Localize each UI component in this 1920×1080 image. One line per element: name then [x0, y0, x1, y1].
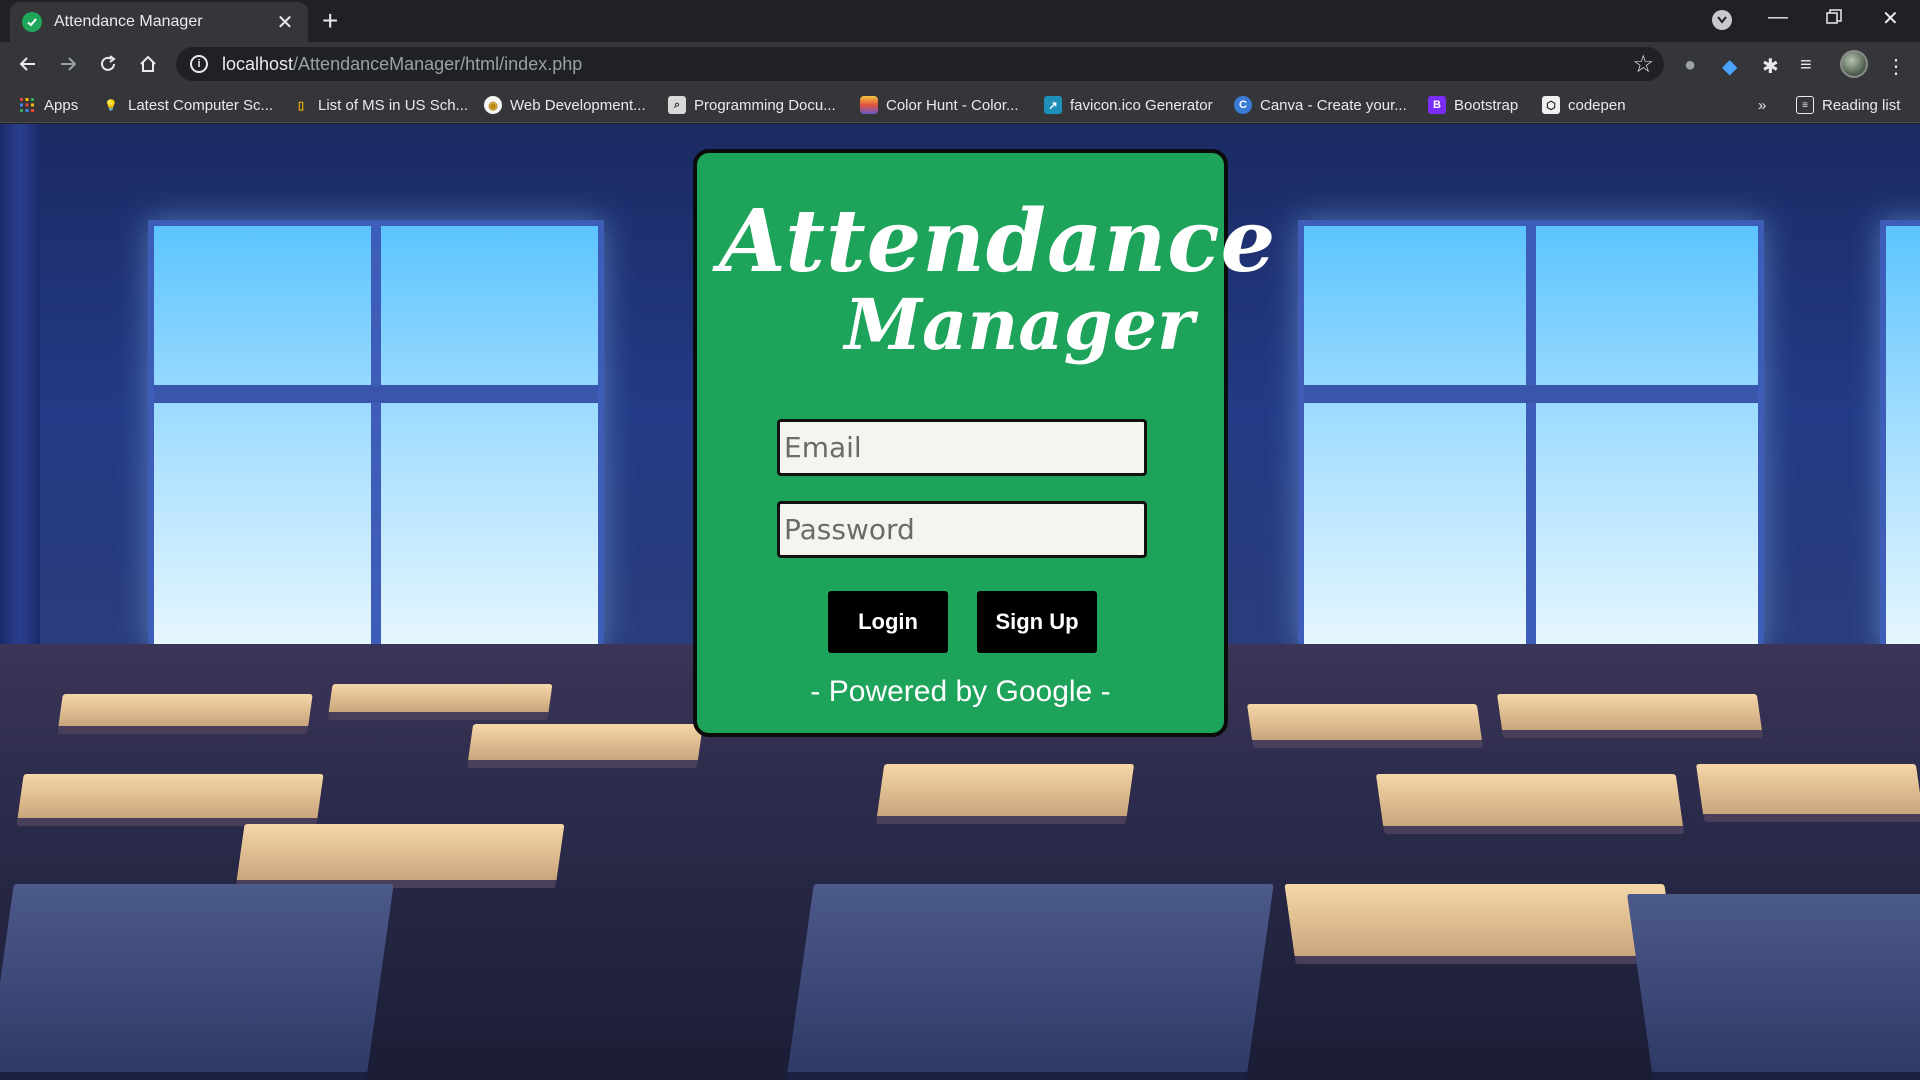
- forward-arrow-icon[interactable]: [54, 50, 82, 78]
- desk: [875, 764, 1135, 824]
- back-arrow-icon[interactable]: [14, 50, 42, 78]
- web-dev-icon: ◉: [484, 96, 502, 114]
- bookmarks-bar: Apps 💡 Latest Computer Sc... ▯ List of M…: [0, 87, 1920, 123]
- bookmark-apps[interactable]: Apps: [18, 93, 78, 117]
- bookmark-label: codepen: [1568, 96, 1626, 114]
- desk: [1375, 774, 1685, 834]
- tab-title: Attendance Manager: [54, 13, 203, 30]
- site-info-icon[interactable]: i: [190, 55, 208, 73]
- bookmark-codepen[interactable]: ⬡ codepen: [1542, 93, 1626, 117]
- bulb-icon: 💡: [104, 99, 118, 112]
- url-path: /AttendanceManager/html/index.php: [293, 53, 583, 74]
- desk: [1496, 694, 1764, 738]
- sign-up-button[interactable]: Sign Up: [977, 591, 1097, 653]
- bootstrap-icon: B: [1428, 96, 1446, 114]
- home-icon[interactable]: [134, 50, 162, 78]
- reading-list-button[interactable]: ≡ Reading list: [1796, 93, 1900, 117]
- email-field[interactable]: [777, 419, 1147, 476]
- canva-icon: C: [1234, 96, 1252, 114]
- login-card: Attendance Manager Login Sign Up - Power…: [693, 149, 1275, 737]
- desk: [16, 774, 324, 826]
- profile-avatar[interactable]: [1840, 50, 1868, 78]
- bookmark-label: Programming Docu...: [694, 96, 836, 114]
- more-bookmarks-label: »: [1758, 96, 1767, 114]
- desk: [1284, 884, 1676, 964]
- bookmark-label: Latest Computer Sc...: [128, 96, 274, 114]
- favicon-generator-icon: ↗: [1044, 96, 1062, 114]
- codepen-icon: ⬡: [1542, 96, 1560, 114]
- media-control-icon[interactable]: ≡: [1800, 54, 1812, 77]
- bookmark-web-dev[interactable]: ◉ Web Development...: [484, 93, 646, 117]
- desk: [327, 684, 553, 720]
- minimize-icon[interactable]: —: [1768, 6, 1788, 29]
- wall-pillar: [0, 124, 40, 684]
- browser-tab[interactable]: Attendance Manager ✕: [10, 2, 308, 42]
- search-doc-icon: ⌕: [668, 96, 686, 114]
- desk: [466, 724, 704, 768]
- bookmark-label: Apps: [44, 96, 79, 114]
- desk: [57, 694, 313, 734]
- page-viewport: Attendance Manager Login Sign Up - Power…: [0, 124, 1920, 1080]
- restore-icon[interactable]: [1826, 8, 1842, 31]
- powered-by-text: - Powered by Google -: [810, 675, 1111, 708]
- classroom-window-left: [148, 220, 604, 650]
- extension-2-icon[interactable]: ◆: [1722, 54, 1737, 79]
- puzzle-extensions-icon[interactable]: ✱: [1762, 54, 1779, 79]
- password-field[interactable]: [777, 501, 1147, 558]
- bookmark-color-hunt[interactable]: Color Hunt - Color...: [860, 93, 1019, 117]
- reload-icon[interactable]: [94, 50, 122, 78]
- desk: [235, 824, 565, 888]
- bookmark-latest-cs[interactable]: 💡 Latest Computer Sc...: [102, 93, 273, 117]
- classroom-window-right: [1298, 220, 1764, 650]
- bookmark-programming-docs[interactable]: ⌕ Programming Docu...: [668, 93, 836, 117]
- check-favicon-icon: [22, 12, 42, 32]
- bookmark-canva[interactable]: C Canva - Create your...: [1234, 93, 1407, 117]
- more-bookmarks-icon[interactable]: »: [1758, 93, 1766, 117]
- reading-list-icon: ≡: [1796, 96, 1814, 114]
- doc-icon: ▯: [297, 99, 305, 112]
- app-title-line2: Manager: [844, 283, 1194, 366]
- color-hunt-icon: [860, 96, 878, 114]
- extension-icon[interactable]: ●: [1684, 54, 1696, 77]
- bookmark-label: Web Development...: [510, 96, 646, 114]
- bookmark-label: Bootstrap: [1454, 96, 1519, 114]
- menu-kebab-icon[interactable]: ⋮: [1886, 54, 1906, 79]
- close-tab-icon[interactable]: ✕: [274, 10, 296, 35]
- bookmark-star-icon[interactable]: ☆: [1632, 50, 1654, 79]
- address-bar[interactable]: i localhost/AttendanceManager/html/index…: [176, 47, 1664, 81]
- new-tab-icon[interactable]: +: [322, 6, 338, 36]
- reading-list-label: Reading list: [1822, 96, 1901, 114]
- app-title-line1: Attendance: [719, 191, 1277, 292]
- desk: [1695, 764, 1920, 822]
- bookmark-bootstrap[interactable]: B Bootstrap: [1428, 93, 1518, 117]
- tab-search-icon[interactable]: [1712, 10, 1732, 30]
- bookmark-label: Canva - Create your...: [1260, 96, 1407, 114]
- bookmark-label: Color Hunt - Color...: [886, 96, 1019, 114]
- url-host: localhost: [222, 53, 294, 74]
- close-window-icon[interactable]: ✕: [1882, 6, 1899, 31]
- bookmark-label: favicon.ico Generator: [1070, 96, 1213, 114]
- browser-toolbar: i localhost/AttendanceManager/html/index…: [0, 42, 1920, 87]
- apps-grid-icon: [18, 96, 36, 114]
- desk-front: [0, 884, 394, 1080]
- login-button[interactable]: Login: [828, 591, 948, 653]
- desk-front: [786, 884, 1274, 1080]
- bookmark-ms-us[interactable]: ▯ List of MS in US Sch...: [292, 93, 468, 117]
- tab-strip: Attendance Manager ✕ + — ✕: [0, 0, 1920, 42]
- bookmark-favicon-generator[interactable]: ↗ favicon.ico Generator: [1044, 93, 1213, 117]
- bookmark-label: List of MS in US Sch...: [318, 96, 469, 114]
- desk: [1246, 704, 1484, 748]
- desk-front: [1626, 894, 1920, 1080]
- classroom-window-edge: [1880, 220, 1920, 650]
